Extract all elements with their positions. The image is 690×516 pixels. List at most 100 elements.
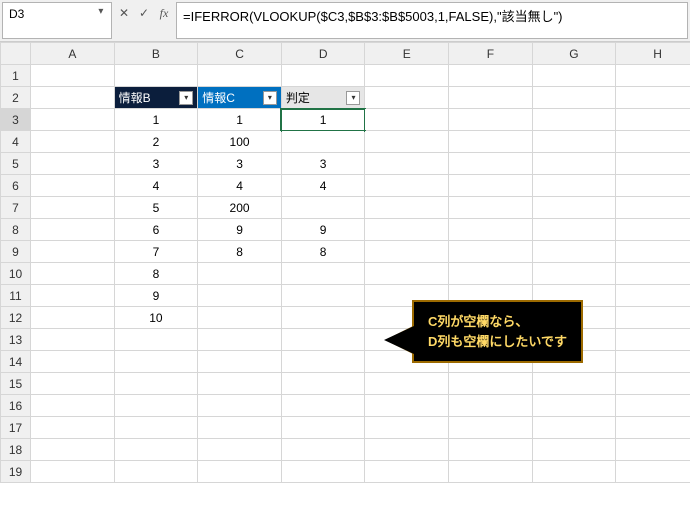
cell-H16[interactable] — [616, 395, 690, 417]
cell-F3[interactable] — [449, 109, 533, 131]
cell-D19[interactable]: 該当無し — [281, 461, 365, 483]
cell-A11[interactable] — [31, 285, 115, 307]
row-header[interactable]: 10 — [1, 263, 31, 285]
cell-G2[interactable] — [532, 87, 616, 109]
cell-A16[interactable] — [31, 395, 115, 417]
cell-E17[interactable] — [365, 417, 449, 439]
cell-D8[interactable]: 9 — [281, 219, 365, 241]
cell-F6[interactable] — [449, 175, 533, 197]
cell-C8[interactable]: 9 — [198, 219, 282, 241]
row-header[interactable]: 5 — [1, 153, 31, 175]
cell-E4[interactable] — [365, 131, 449, 153]
cell-C4[interactable]: 100 — [198, 131, 282, 153]
cell-C13[interactable] — [198, 329, 282, 351]
cancel-formula-button[interactable]: ✕ — [114, 3, 134, 23]
cell-G10[interactable] — [532, 263, 616, 285]
cell-F8[interactable] — [449, 219, 533, 241]
cell-H2[interactable] — [616, 87, 690, 109]
cell-H7[interactable] — [616, 197, 690, 219]
cell-D5[interactable]: 3 — [281, 153, 365, 175]
cell-E5[interactable] — [365, 153, 449, 175]
cell-B14[interactable] — [114, 351, 198, 373]
cell-C2[interactable]: 情報C▾ — [198, 87, 282, 109]
cell-B3[interactable]: 1 — [114, 109, 198, 131]
cell-A1[interactable] — [31, 65, 115, 87]
cell-G17[interactable] — [532, 417, 616, 439]
row-header[interactable]: 15 — [1, 373, 31, 395]
cell-B6[interactable]: 4 — [114, 175, 198, 197]
cell-B1[interactable] — [114, 65, 198, 87]
row-header[interactable]: 3 — [1, 109, 31, 131]
cell-C17[interactable] — [198, 417, 282, 439]
cell-B2[interactable]: 情報B▾ — [114, 87, 198, 109]
cell-C9[interactable]: 8 — [198, 241, 282, 263]
row-header[interactable]: 9 — [1, 241, 31, 263]
cell-D11[interactable]: 該当無し — [281, 285, 365, 307]
cell-F19[interactable] — [449, 461, 533, 483]
cell-F15[interactable] — [449, 373, 533, 395]
cell-H15[interactable] — [616, 373, 690, 395]
cell-A13[interactable] — [31, 329, 115, 351]
cell-B8[interactable]: 6 — [114, 219, 198, 241]
row-header[interactable]: 7 — [1, 197, 31, 219]
cell-D9[interactable]: 8 — [281, 241, 365, 263]
cell-H3[interactable] — [616, 109, 690, 131]
cell-C3[interactable]: 1 — [198, 109, 282, 131]
cell-G4[interactable] — [532, 131, 616, 153]
cell-E1[interactable] — [365, 65, 449, 87]
cell-H14[interactable] — [616, 351, 690, 373]
cell-C16[interactable] — [198, 395, 282, 417]
cell-D7[interactable]: 該当無し — [281, 197, 365, 219]
cell-G15[interactable] — [532, 373, 616, 395]
cell-C11[interactable] — [198, 285, 282, 307]
cell-E18[interactable] — [365, 439, 449, 461]
row-header[interactable]: 18 — [1, 439, 31, 461]
cell-A6[interactable] — [31, 175, 115, 197]
cell-B19[interactable] — [114, 461, 198, 483]
cell-G5[interactable] — [532, 153, 616, 175]
cell-B17[interactable] — [114, 417, 198, 439]
cell-H5[interactable] — [616, 153, 690, 175]
cell-C12[interactable] — [198, 307, 282, 329]
cell-D13[interactable]: 該当無し — [281, 329, 365, 351]
cell-F2[interactable] — [449, 87, 533, 109]
name-box[interactable]: ▾ — [2, 2, 112, 39]
cell-D10[interactable]: 該当無し — [281, 263, 365, 285]
filter-dropdown-icon[interactable]: ▾ — [179, 91, 193, 105]
row-header[interactable]: 17 — [1, 417, 31, 439]
cell-A10[interactable] — [31, 263, 115, 285]
cell-B9[interactable]: 7 — [114, 241, 198, 263]
cell-A4[interactable] — [31, 131, 115, 153]
col-header-E[interactable]: E — [365, 43, 449, 65]
cell-F9[interactable] — [449, 241, 533, 263]
cell-C18[interactable] — [198, 439, 282, 461]
cell-E10[interactable] — [365, 263, 449, 285]
cell-B7[interactable]: 5 — [114, 197, 198, 219]
name-box-dropdown-icon[interactable]: ▾ — [95, 6, 107, 17]
cell-D17[interactable]: 該当無し — [281, 417, 365, 439]
cell-G1[interactable] — [532, 65, 616, 87]
cell-A5[interactable] — [31, 153, 115, 175]
row-header[interactable]: 13 — [1, 329, 31, 351]
cell-H13[interactable] — [616, 329, 690, 351]
row-header[interactable]: 19 — [1, 461, 31, 483]
filter-dropdown-icon[interactable]: ▾ — [263, 91, 277, 105]
cell-E6[interactable] — [365, 175, 449, 197]
cell-G9[interactable] — [532, 241, 616, 263]
cell-D3[interactable]: 1 — [281, 109, 365, 131]
cell-E15[interactable] — [365, 373, 449, 395]
spreadsheet-grid[interactable]: A B C D E F G H 12情報B▾情報C▾判定▾311142100該当… — [0, 42, 690, 483]
cell-H9[interactable] — [616, 241, 690, 263]
cell-C15[interactable] — [198, 373, 282, 395]
row-header[interactable]: 8 — [1, 219, 31, 241]
cell-A7[interactable] — [31, 197, 115, 219]
cell-E7[interactable] — [365, 197, 449, 219]
cell-D6[interactable]: 4 — [281, 175, 365, 197]
cell-A2[interactable] — [31, 87, 115, 109]
cell-B13[interactable] — [114, 329, 198, 351]
cell-A14[interactable] — [31, 351, 115, 373]
cell-E2[interactable] — [365, 87, 449, 109]
col-header-H[interactable]: H — [616, 43, 690, 65]
name-box-input[interactable] — [7, 6, 95, 22]
cell-D1[interactable] — [281, 65, 365, 87]
